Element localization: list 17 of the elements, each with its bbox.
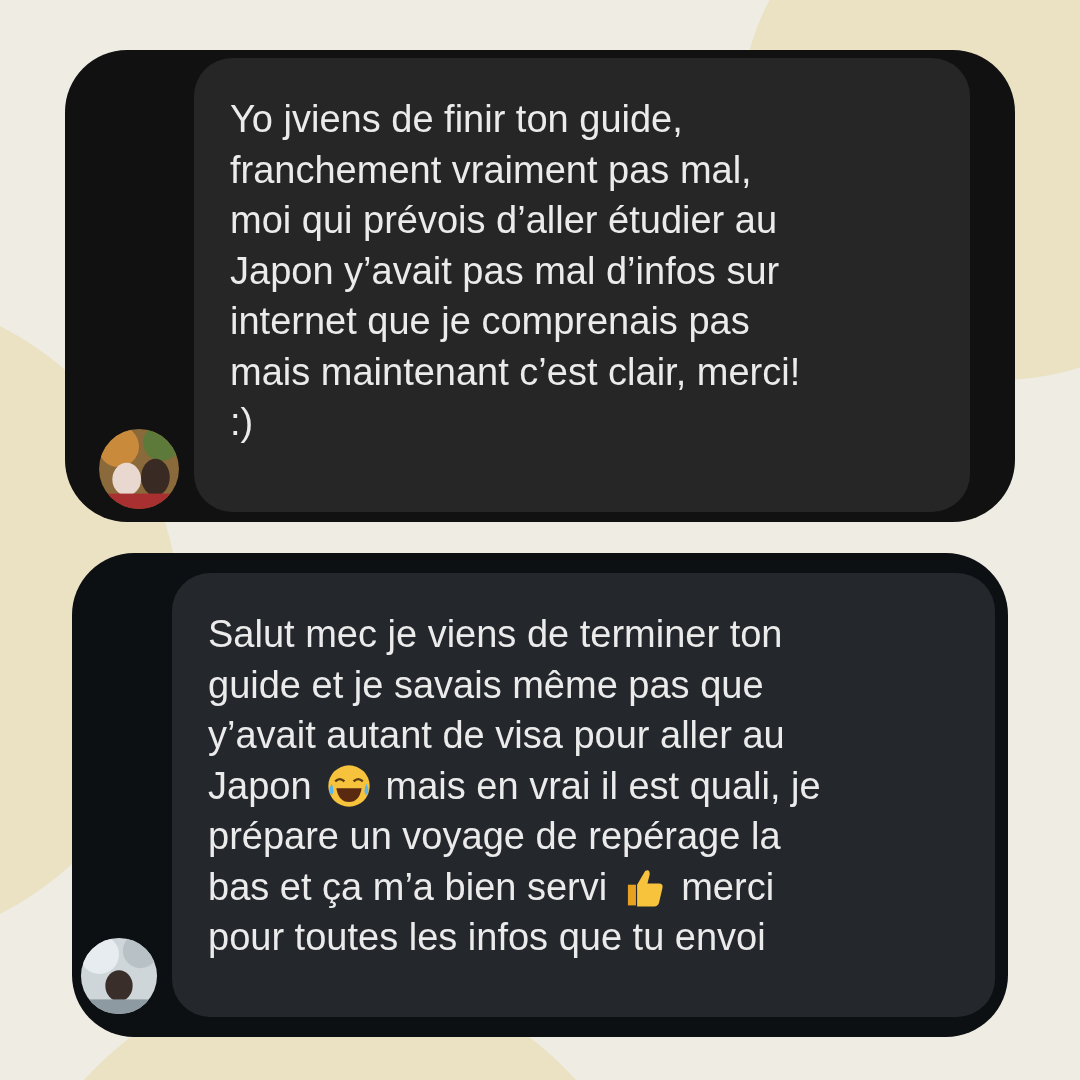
message-text: Japon	[208, 763, 312, 809]
message-text: internet que je comprenais pas	[230, 299, 750, 344]
message-text: Yo jviens de finir ton guide,	[230, 97, 683, 142]
message-text: y’avait autant de visa pour aller au	[208, 713, 785, 758]
message-text: Japon y’avait pas mal d’infos sur	[230, 248, 780, 294]
message-text: pour toutes les infos que tu envoi	[208, 915, 766, 960]
message-text: prépare un voyage de repérage la	[208, 814, 781, 859]
message-text: Salut mec je viens de terminer ton	[208, 612, 783, 657]
message-text: merci	[681, 864, 775, 910]
message-text: moi qui prévois d’aller étudier au	[230, 198, 778, 243]
message-text: guide et je savais même pas que	[208, 662, 764, 708]
message-text: mais en vrai il est quali, je	[385, 763, 821, 809]
laughing-face-icon	[325, 762, 372, 809]
message-text: :)	[230, 400, 254, 445]
message-text: franchement vraiment pas mal,	[230, 147, 752, 193]
message-text: bas et ça m’a bien servi	[208, 864, 608, 910]
message-text: mais maintenant c’est clair, merci!	[230, 349, 801, 395]
